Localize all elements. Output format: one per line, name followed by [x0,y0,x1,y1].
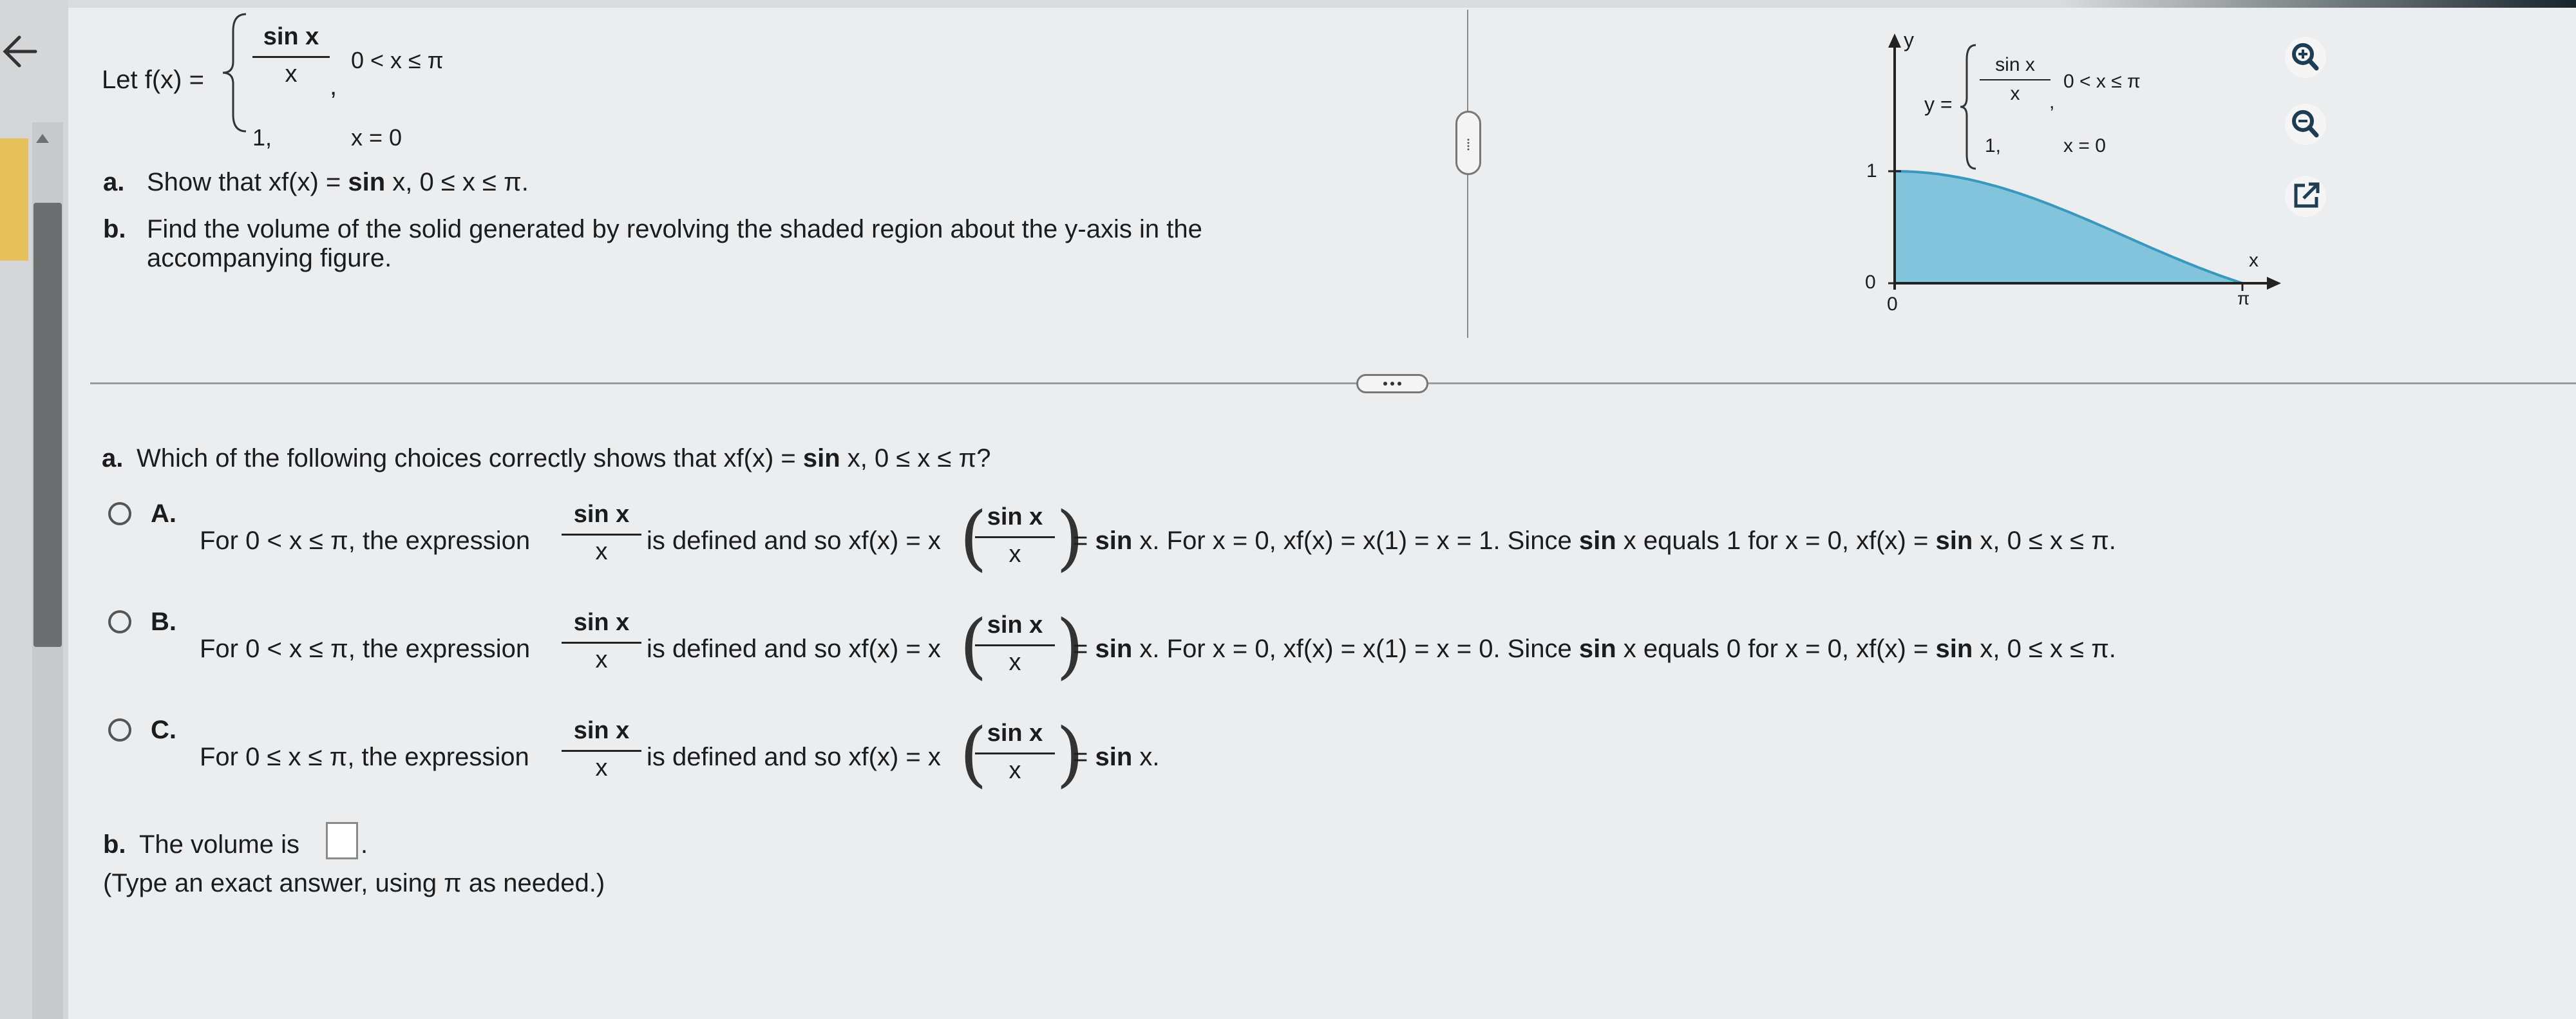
shaded-region [1895,171,2242,283]
tick-label-zero-y: 0 [1865,272,1876,293]
back-arrow-icon[interactable] [0,26,45,77]
drag-dots-icon [1467,138,1470,151]
x-axis-arrow [2267,277,2281,290]
question-b-label: b. [103,830,126,859]
option-c-radio[interactable] [108,718,131,742]
tick-label-zero-x: 0 [1887,294,1898,315]
case1-condition: 0 < x ≤ π [351,47,444,73]
option-a-letter: A. [151,500,176,528]
scrollbar-thumb[interactable] [33,203,62,647]
option-a-pre: For 0 < x ≤ π, the expression [200,527,531,555]
expand-more-button[interactable] [1356,374,1428,393]
option-b-pre: For 0 < x ≤ π, the expression [200,635,531,663]
case1-comma: , [330,72,337,100]
zoom-in-icon[interactable] [2283,35,2328,80]
case1-fraction: sin x x [252,23,330,88]
option-b-mid: is defined and so xf(x) = x [647,635,941,663]
fig-case2-condition: x = 0 [2063,135,2106,156]
y-axis-label: y [1904,28,1914,51]
question-a-text: Which of the following choices correctly… [137,444,991,472]
question-b-hint: (Type an exact answer, using π as needed… [103,869,605,897]
option-b-result: = sin x. For x = 0, xf(x) = x(1) = x = 0… [1073,635,2116,663]
option-c-pre: For 0 ≤ x ≤ π, the expression [200,743,529,771]
fig-piecewise-brace [1960,44,1976,170]
option-b-fraction: sin x x [562,609,641,674]
fig-case1-fraction: sin x x [1980,54,2050,105]
tick-label-one: 1 [1866,160,1877,182]
region-graph [1888,33,2281,291]
option-c-fraction: sin x x [562,717,641,782]
option-c-mid: is defined and so xf(x) = x [647,743,941,771]
question-b-text: The volume is [139,830,299,859]
part-b-line2: accompanying figure. [147,244,392,272]
case2-condition: x = 0 [351,124,402,151]
piecewise-brace [222,13,247,133]
option-c-letter: C. [151,716,176,744]
option-a-fraction: sin x x [562,501,641,566]
part-a-label: a. [103,168,125,196]
case2-value: 1, [252,124,272,151]
x-axis-label: x [2249,250,2259,271]
fig-case2-value: 1, [1985,135,2002,156]
y-axis-arrow [1888,33,1901,48]
tick-label-pi: π [2237,288,2250,308]
zoom-out-icon[interactable] [2283,102,2328,147]
question-b-period: . [361,830,368,859]
more-dots-icon [1383,382,1401,386]
option-b-paren-fraction: sin x x [975,612,1055,677]
option-a-paren-fraction: sin x x [975,503,1055,568]
section-divider [90,382,2576,384]
fig-y-equals: y = [1924,93,1953,116]
part-b-label: b. [103,215,126,243]
top-strip [0,0,2576,8]
let-prefix: Let f(x) = [102,66,204,94]
accent-bar [0,138,28,261]
option-a-result: = sin x. For x = 0, xf(x) = x(1) = x = 1… [1073,527,2116,555]
fig-case1-condition: 0 < x ≤ π [2063,71,2141,92]
option-b-radio[interactable] [108,610,131,633]
scroll-up-arrow-icon[interactable] [36,134,49,143]
part-b-line1: Find the volume of the solid generated b… [147,215,1202,243]
fig-case1-comma: , [2049,91,2055,113]
question-a-label: a. [102,444,124,472]
external-link-icon[interactable] [2283,174,2328,219]
option-c-paren-fraction: sin x x [975,720,1055,785]
option-a-mid: is defined and so xf(x) = x [647,527,941,555]
volume-answer-input[interactable] [326,822,358,859]
option-a-radio[interactable] [108,502,131,525]
panel-resize-handle[interactable] [1455,111,1481,175]
part-a-text: Show that xf(x) = sin x, 0 ≤ x ≤ π. [147,168,529,196]
option-b-letter: B. [151,608,176,636]
option-c-result: = sin x. [1073,743,1160,771]
